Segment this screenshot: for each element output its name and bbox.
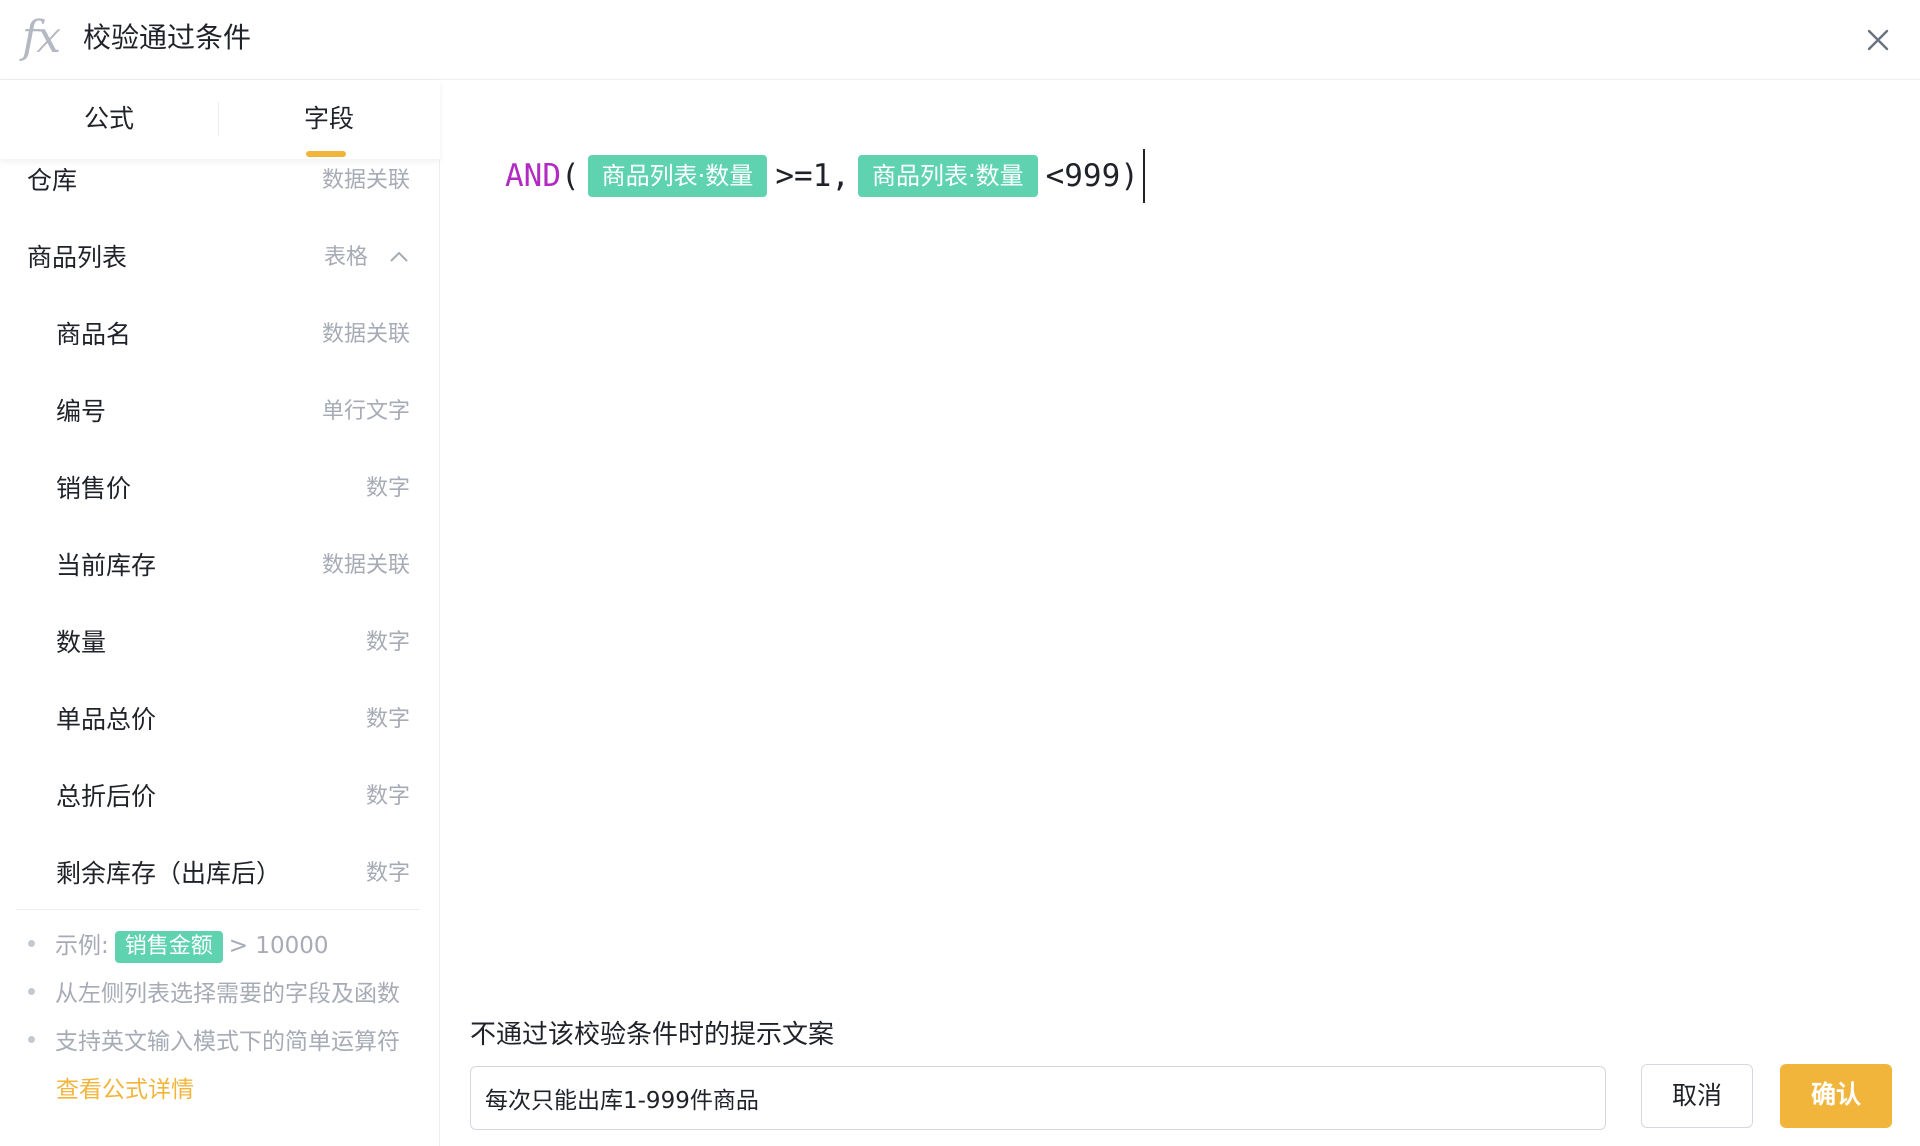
field-item-warehouse[interactable]: 仓库 数据关联	[0, 159, 440, 219]
function-name: AND	[505, 158, 561, 194]
tab-formula[interactable]: 公式	[0, 80, 218, 159]
field-type: 数据关联	[321, 168, 410, 193]
dialog-title: 校验通过条件	[83, 21, 252, 54]
bullet-dot	[28, 988, 35, 995]
formula-editor[interactable]: AND ( 商品列表·数量 >=1, 商品列表·数量 <999)	[441, 80, 1920, 980]
field-type: 单行文字	[321, 399, 410, 424]
close-icon[interactable]	[1860, 22, 1896, 58]
field-list: 仓库 数据关联 商品列表 表格 商品名 数据关联 编号 单行文字 销售价 数字 …	[0, 159, 440, 989]
field-type: 数字	[365, 476, 410, 501]
hint-example-prefix: 示例:	[55, 933, 109, 959]
dialog-header: fx 校验通过条件	[0, 0, 1920, 80]
hint-text: 从左侧列表选择需要的字段及函数	[55, 981, 400, 1007]
tab-divider	[218, 102, 219, 136]
hint-area: 示例: 销售金额 > 10000 从左侧列表选择需要的字段及函数 支持英文输入模式下…	[16, 909, 420, 1103]
field-item-quantity[interactable]: 数量 数字	[0, 604, 440, 681]
field-item-current-stock[interactable]: 当前库存 数据关联	[0, 527, 440, 604]
field-type: 数字	[365, 630, 410, 655]
formula-line[interactable]: AND ( 商品列表·数量 >=1, 商品列表·数量 <999)	[505, 149, 1145, 203]
hint-example-suffix: > 10000	[228, 933, 329, 959]
example-field-chip: 销售金额	[114, 931, 223, 963]
field-name: 仓库	[27, 166, 78, 195]
hint-example: 示例: 销售金额 > 10000	[28, 926, 329, 966]
hint-text: 支持英文输入模式下的简单运算符	[55, 1029, 400, 1055]
field-item-product-list[interactable]: 商品列表 表格	[0, 219, 440, 296]
operator-text: >=1,	[775, 158, 850, 194]
bullet-dot	[28, 1036, 35, 1043]
field-item-product-name[interactable]: 商品名 数据关联	[0, 296, 440, 373]
operator-text: <999)	[1045, 158, 1139, 194]
field-token[interactable]: 商品列表·数量	[857, 155, 1038, 197]
field-name: 商品名	[56, 320, 132, 349]
formula-detail-link[interactable]: 查看公式详情	[56, 1070, 194, 1110]
text-caret	[1142, 149, 1145, 203]
field-type: 数据关联	[321, 322, 410, 347]
field-name: 商品列表	[27, 243, 128, 272]
error-message-input[interactable]	[470, 1066, 1606, 1130]
field-type: 表格	[323, 245, 368, 270]
field-name: 剩余库存（出库后）	[56, 859, 282, 888]
hint-operators: 支持英文输入模式下的简单运算符	[28, 1022, 400, 1062]
field-name: 当前库存	[56, 551, 157, 580]
field-item-remaining-stock[interactable]: 剩余库存（出库后） 数字	[0, 835, 440, 912]
field-item-unit-total[interactable]: 单品总价 数字	[0, 681, 440, 758]
field-name: 单品总价	[56, 705, 157, 734]
bullet-dot	[28, 940, 35, 947]
active-tab-indicator	[306, 151, 346, 157]
cancel-button[interactable]: 取消	[1641, 1064, 1753, 1128]
field-type: 数据关联	[321, 553, 410, 578]
field-item-discount-total[interactable]: 总折后价 数字	[0, 758, 440, 835]
field-name: 编号	[56, 397, 107, 426]
open-paren: (	[561, 158, 580, 194]
field-name: 销售价	[56, 474, 132, 503]
field-type: 数字	[365, 784, 410, 809]
field-item-code[interactable]: 编号 单行文字	[0, 373, 440, 450]
left-panel: 公式 字段 仓库 数据关联 商品列表 表格 商品名 数据关联 编号 单行文字 销…	[0, 80, 440, 1146]
field-name: 数量	[56, 628, 107, 657]
tab-bar: 公式 字段	[0, 80, 440, 159]
field-type: 数字	[365, 861, 410, 886]
tab-field[interactable]: 字段	[220, 80, 438, 159]
error-message-label: 不通过该校验条件时的提示文案	[470, 1020, 835, 1050]
field-item-sale-price[interactable]: 销售价 数字	[0, 450, 440, 527]
field-type: 数字	[365, 707, 410, 732]
chevron-up-icon[interactable]	[388, 247, 410, 267]
fx-icon: fx	[22, 12, 61, 63]
field-token[interactable]: 商品列表·数量	[587, 155, 768, 197]
field-name: 总折后价	[56, 782, 157, 811]
hint-select-fields: 从左侧列表选择需要的字段及函数	[28, 974, 400, 1014]
confirm-button[interactable]: 确认	[1780, 1064, 1892, 1128]
